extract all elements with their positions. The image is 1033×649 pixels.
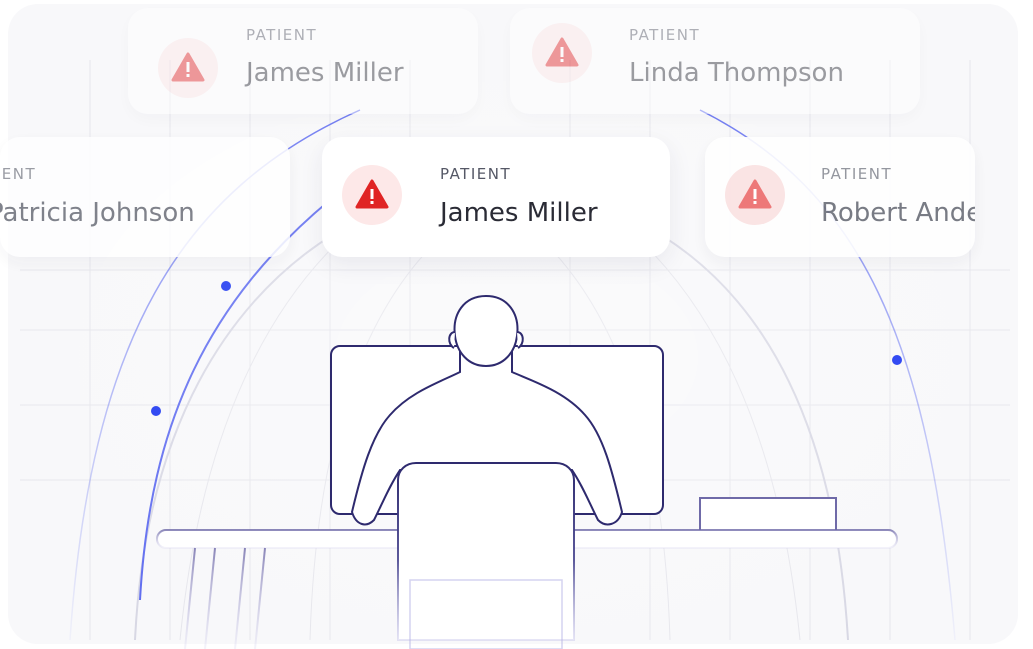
person-head <box>453 294 519 368</box>
warning-icon <box>738 179 772 209</box>
patient-name: Patricia Johnson <box>0 198 195 228</box>
warning-icon <box>545 37 579 67</box>
patient-name: Robert Anderson <box>821 198 975 228</box>
patient-card-mid-right[interactable]: PATIENT Robert Anderson <box>705 137 975 257</box>
patient-name: James Miller <box>246 58 404 88</box>
patient-card-top-left[interactable]: PATIENT James Miller <box>128 8 478 114</box>
patient-label: PATIENT <box>629 26 701 44</box>
alert-badge <box>725 165 785 225</box>
warning-icon <box>355 179 389 209</box>
alert-badge <box>532 23 592 83</box>
patient-label: PATIENT <box>440 165 512 183</box>
patient-label: PATIENT <box>0 165 37 183</box>
patient-card-center[interactable]: PATIENT James Miller <box>322 137 670 257</box>
patient-name: Linda Thompson <box>629 58 844 88</box>
alert-badge <box>342 165 402 225</box>
warning-icon <box>171 52 205 82</box>
patient-label: PATIENT <box>821 165 893 183</box>
patient-card-top-right[interactable]: PATIENT Linda Thompson <box>510 8 920 114</box>
person-ear-right <box>516 331 524 349</box>
person-ear-left <box>448 331 456 349</box>
patient-name: James Miller <box>440 198 598 228</box>
alert-badge <box>158 38 218 98</box>
chair-back <box>397 462 575 641</box>
patient-label: PATIENT <box>246 26 318 44</box>
desk-device <box>699 497 837 533</box>
patient-card-mid-left[interactable]: PATIENT Patricia Johnson <box>0 137 290 257</box>
